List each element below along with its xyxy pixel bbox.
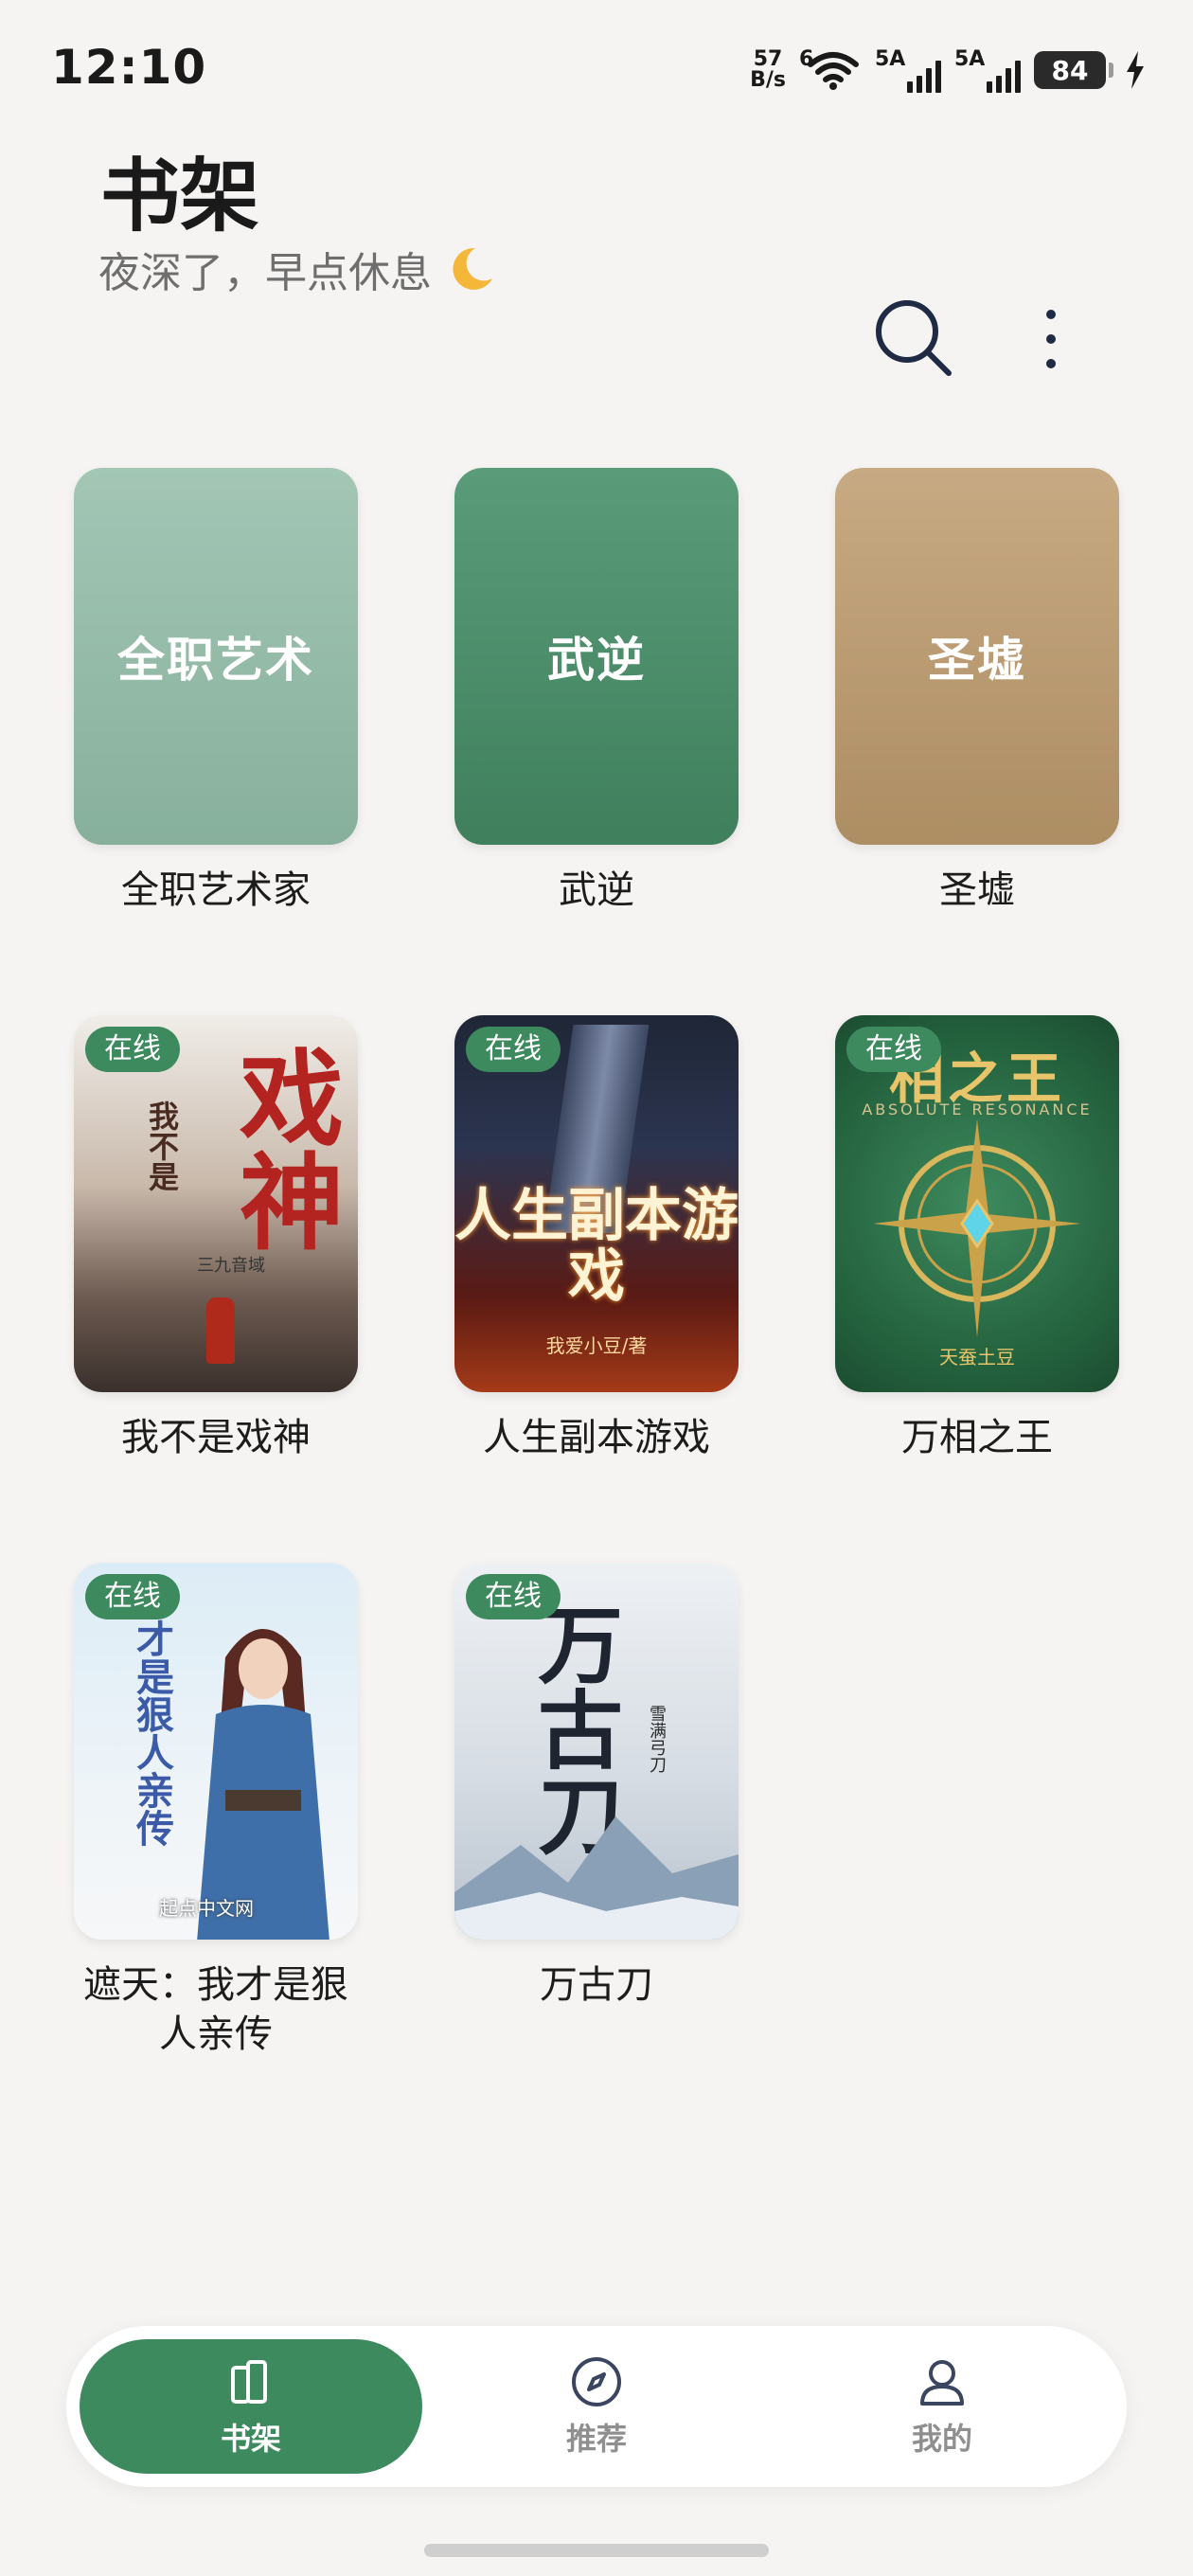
online-badge: 在线 xyxy=(846,1027,941,1072)
greeting-text: 夜深了，早点休息 xyxy=(98,239,498,299)
cover-art-author: 雪满弓刀 xyxy=(647,1705,667,1773)
nav-recommend[interactable]: 推荐 xyxy=(425,2339,768,2474)
cover-art-title: 才是狠人亲传 xyxy=(130,1619,173,1847)
bookshelf-icon xyxy=(231,2360,267,2404)
cover-art-subtitle: 我不是 xyxy=(144,1100,180,1191)
book-item[interactable]: 万古刀 雪满弓刀 在线 万古刀 xyxy=(454,1563,739,2010)
greeting-label: 夜深了，早点休息 xyxy=(98,249,432,297)
book-item[interactable]: 相之王 ABSOLUTE RESONANCE 天蚕土豆 在线 万相之王 xyxy=(835,1015,1119,1462)
charging-icon xyxy=(1127,51,1144,89)
book-cover: 全职艺术 xyxy=(74,468,358,845)
book-title: 全职艺术家 xyxy=(121,868,311,912)
book-title: 我不是戏神 xyxy=(121,1416,311,1459)
book-cover: 圣墟 xyxy=(835,468,1119,845)
cover-art-author: 我爱小豆/著 xyxy=(545,1334,648,1357)
signal-sim1-icon: 5A xyxy=(875,47,941,93)
book-title: 武逆 xyxy=(559,868,634,912)
book-title: 万相之王 xyxy=(901,1416,1053,1459)
sim2-tag: 5A xyxy=(954,47,986,71)
cover-art-title: 戏神 xyxy=(222,1044,344,1252)
battery-icon: 84 xyxy=(1034,51,1113,89)
book-cover: 相之王 ABSOLUTE RESONANCE 天蚕土豆 在线 xyxy=(835,1015,1119,1392)
network-speed-unit: B/s xyxy=(750,68,786,92)
cover-art-author: 天蚕土豆 xyxy=(939,1346,1015,1368)
nav-label: 推荐 xyxy=(565,2421,627,2457)
book-title: 万古刀 xyxy=(540,1963,653,2007)
search-icon xyxy=(876,300,952,376)
page-title: 书架 xyxy=(100,150,260,242)
book-title: 遮天：我才是狠人亲传 xyxy=(83,1963,348,2056)
nav-bookshelf[interactable]: 书架 xyxy=(80,2339,422,2474)
search-button[interactable] xyxy=(869,294,960,385)
book-item[interactable]: 戏神 我不是 三九音域 在线 我不是戏神 xyxy=(74,1015,358,1462)
book-item[interactable]: 才是狠人亲传 起点中文网 在线 遮天：我才是狠人亲传 xyxy=(74,1563,358,2059)
book-item[interactable]: 圣墟 圣墟 xyxy=(835,468,1119,915)
book-item[interactable]: 人生副本游戏 我爱小豆/著 在线 人生副本游戏 xyxy=(454,1015,739,1462)
book-item[interactable]: 武逆 武逆 xyxy=(454,468,739,915)
more-options-button[interactable] xyxy=(1028,301,1074,377)
cover-art-author: 三九音域 xyxy=(197,1256,265,1276)
online-badge: 在线 xyxy=(85,1027,180,1072)
nav-label: 书架 xyxy=(220,2421,281,2457)
network-speed-value: 57 xyxy=(753,47,783,71)
book-cover: 人生副本游戏 我爱小豆/著 在线 xyxy=(454,1015,739,1392)
status-icons: 57 B/s 6 5A 5A 84 xyxy=(750,44,1146,97)
bottom-navigation: 书架 推荐 我的 xyxy=(66,2326,1127,2487)
online-badge: 在线 xyxy=(85,1574,180,1619)
book-cover: 才是狠人亲传 起点中文网 在线 xyxy=(74,1563,358,1940)
online-badge: 在线 xyxy=(466,1027,561,1072)
wifi-icon: 6 xyxy=(799,47,862,93)
cover-text: 武逆 xyxy=(547,633,646,688)
home-indicator[interactable] xyxy=(424,2544,769,2557)
network-speed: 57 B/s xyxy=(750,49,786,91)
status-time: 12:10 xyxy=(51,40,207,95)
cover-text: 全职艺术 xyxy=(117,633,314,688)
online-badge: 在线 xyxy=(466,1574,561,1619)
book-title: 圣墟 xyxy=(939,868,1015,912)
book-cover: 武逆 xyxy=(454,468,739,845)
profile-icon xyxy=(920,2360,964,2406)
status-bar: 12:10 57 B/s 6 5A 5A 84 xyxy=(0,0,1193,142)
book-cover: 万古刀 雪满弓刀 在线 xyxy=(454,1563,739,1940)
cover-text: 圣墟 xyxy=(928,633,1026,688)
cover-art-title: 人生副本游戏 xyxy=(454,1183,739,1310)
compass-icon xyxy=(572,2357,621,2406)
cover-mountains xyxy=(454,1816,739,1940)
cover-art-brand: 起点中文网 xyxy=(159,1897,254,1920)
battery-level: 84 xyxy=(1051,54,1089,86)
nav-label: 我的 xyxy=(911,2421,972,2457)
moon-icon xyxy=(453,247,492,290)
sim1-tag: 5A xyxy=(875,47,906,71)
cover-figure xyxy=(206,1297,235,1364)
book-cover: 戏神 我不是 三九音域 在线 xyxy=(74,1015,358,1392)
more-vertical-icon xyxy=(1046,310,1056,368)
cover-character xyxy=(197,1629,329,1940)
signal-sim2-icon: 5A xyxy=(954,47,1021,93)
book-title: 人生副本游戏 xyxy=(483,1416,710,1459)
nav-profile[interactable]: 我的 xyxy=(771,2339,1113,2474)
book-item[interactable]: 全职艺术 全职艺术家 xyxy=(74,468,358,915)
